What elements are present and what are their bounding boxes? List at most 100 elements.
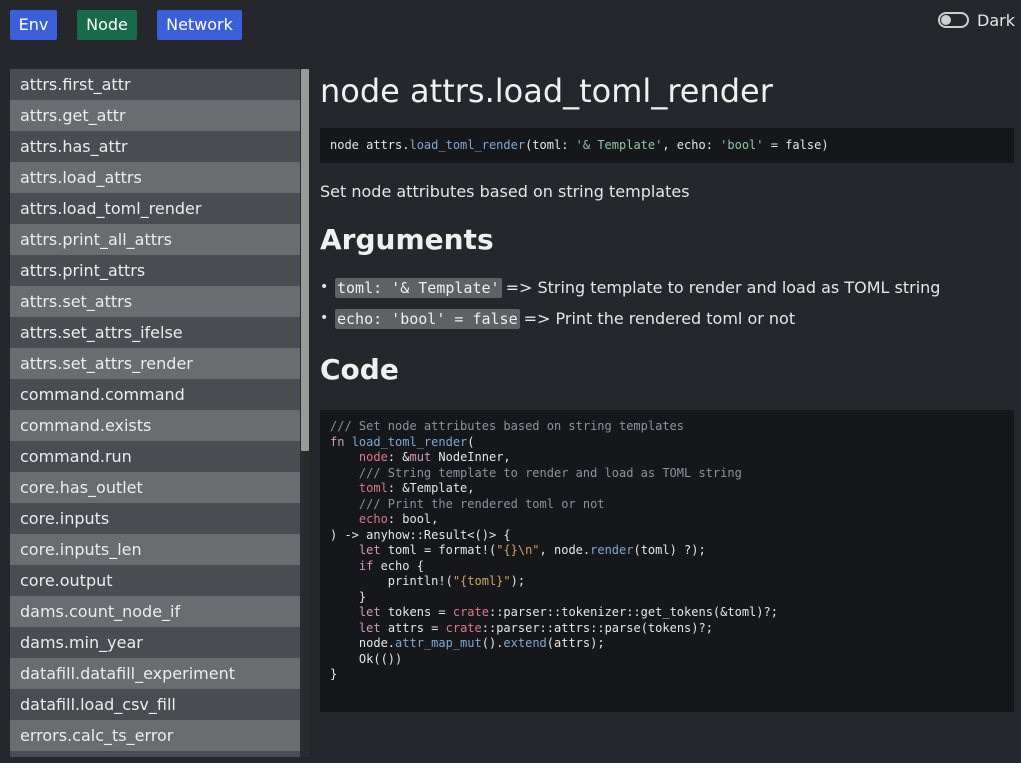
sidebar-item[interactable]: attrs.first_attr [10,69,300,100]
code-token: render [590,543,634,557]
dark-mode-toggle[interactable] [938,12,970,28]
argument-item: • toml: '& Template' => String template … [320,272,1014,303]
code-token: ( [467,434,475,449]
code-line: ) -> anyhow::Result<()> { [330,528,1004,544]
sidebar-item[interactable]: command.exists [10,410,300,441]
code-token: println!( [330,574,453,588]
code-token: echo { [373,558,424,573]
signature-echo-type: 'bool' [720,138,764,152]
code-token: tokens = [380,605,453,619]
code-line: /// Set node attributes based on string … [330,419,1004,435]
function-description: Set node attributes based on string temp… [320,182,690,201]
code-token: crate [452,605,489,619]
code-token: toml [358,481,388,495]
sidebar-item[interactable]: attrs.has_attr [10,131,300,162]
code-line: echo: bool, [330,512,1004,528]
top-nav-bar: Env Node Network Dark [0,0,1021,52]
bullet-icon: • [320,279,329,295]
sidebar-item[interactable]: attrs.print_attrs [10,255,300,286]
sidebar-item[interactable]: attrs.print_all_attrs [10,224,300,255]
code-token: echo [358,512,388,526]
code-token: /// Set node attributes based on string … [330,419,685,433]
network-nav-button[interactable]: Network [157,10,242,40]
sidebar-item[interactable]: errors.calc_ts_error [10,720,300,751]
code-token: ::parser::tokenizer::get_tokens(&toml)?; [488,605,778,619]
signature-function-name: load_toml_render [409,138,526,152]
arguments-heading: Arguments [320,223,494,256]
env-nav-button[interactable]: Env [10,10,57,40]
code-token: } [330,589,367,604]
code-token: , node. [539,543,591,557]
sidebar-item[interactable]: core.has_outlet [10,472,300,503]
code-token: (toml) ?); [633,543,706,557]
sidebar-item[interactable]: errors.calc_ts_errors [10,751,300,757]
signature-open: (toml: [525,138,576,152]
code-token: attr_map_mut [395,636,482,650]
code-token: : &Template, [387,481,475,495]
code-token: (). [481,636,504,650]
signature-mid: , echo: [662,138,721,152]
bullet-icon: • [320,310,329,326]
dark-mode-toggle-group: Dark [938,10,1015,30]
sidebar-item[interactable]: attrs.load_attrs [10,162,300,193]
sidebar-item[interactable]: command.run [10,441,300,472]
code-token: let [358,620,381,635]
sidebar-item[interactable]: attrs.set_attrs_ifelse [10,317,300,348]
sidebar-item[interactable]: datafill.load_csv_fill [10,689,300,720]
sidebar-scrollbar[interactable] [300,69,310,757]
code-line: } [330,590,1004,606]
argument-description: => String template to render and load as… [505,278,941,297]
sidebar-item[interactable]: attrs.set_attrs_render [10,348,300,379]
code-token: fn [330,434,352,449]
code-token: node. [330,636,396,650]
sidebar-item[interactable]: attrs.set_attrs [10,286,300,317]
sidebar-item[interactable]: core.output [10,565,300,596]
code-token: ); [510,574,526,588]
code-token: if [358,558,374,573]
code-token: "{}\n" [496,543,540,557]
code-token: ) -> anyhow::Result<()> { [330,527,511,542]
sidebar-item[interactable]: dams.count_node_if [10,596,300,627]
code-heading: Code [320,353,399,386]
dark-mode-label: Dark [977,10,1015,30]
code-token: NodeInner, [431,450,511,464]
code-line: Ok(()) [330,652,1004,668]
argument-description: => Print the rendered toml or not [523,309,796,328]
sidebar-item[interactable]: datafill.datafill_experiment [10,658,300,689]
function-signature: node attrs.load_toml_render(toml: '& Tem… [320,128,1014,163]
code-token: /// String template to render and load a… [330,465,742,480]
sidebar-item[interactable]: command.command [10,379,300,410]
function-list: attrs.first_attr attrs.get_attr attrs.has_… [10,69,300,757]
main-content: node attrs.load_toml_render node attrs.l… [320,69,1014,712]
code-line: /// Print the rendered toml or not [330,497,1004,513]
code-line: } [330,667,1004,683]
sidebar-item[interactable]: core.inputs [10,503,300,534]
code-token: let [358,605,381,619]
code-line: let tokens = crate::parser::tokenizer::g… [330,605,1004,621]
code-token: ::parser::attrs::parse(tokens)?; [481,620,713,635]
code-line: println!("{toml}"); [330,574,1004,590]
function-sidebar: attrs.first_attr attrs.get_attr attrs.has_… [10,69,310,757]
argument-code: echo: 'bool' = false [335,308,520,329]
code-token: Ok(()) [330,651,403,666]
sidebar-item[interactable]: dams.min_year [10,627,300,658]
code-token: : & [387,450,410,464]
sidebar-item[interactable]: attrs.load_toml_render [10,193,300,224]
sidebar-scrollbar-thumb[interactable] [301,69,309,451]
code-token: node [358,450,388,464]
page-title: node attrs.load_toml_render [320,72,773,110]
code-line: let toml = format!("{}\n", node.render(t… [330,543,1004,559]
sidebar-item[interactable]: core.inputs_len [10,534,300,565]
sidebar-item[interactable]: attrs.get_attr [10,100,300,131]
code-token: (attrs); [546,636,605,650]
code-line: /// String template to render and load a… [330,466,1004,482]
source-code-block: /// Set node attributes based on string … [320,410,1014,712]
node-nav-button[interactable]: Node [77,10,137,40]
code-token: : bool, [387,512,439,526]
signature-prefix: node attrs. [330,138,410,152]
